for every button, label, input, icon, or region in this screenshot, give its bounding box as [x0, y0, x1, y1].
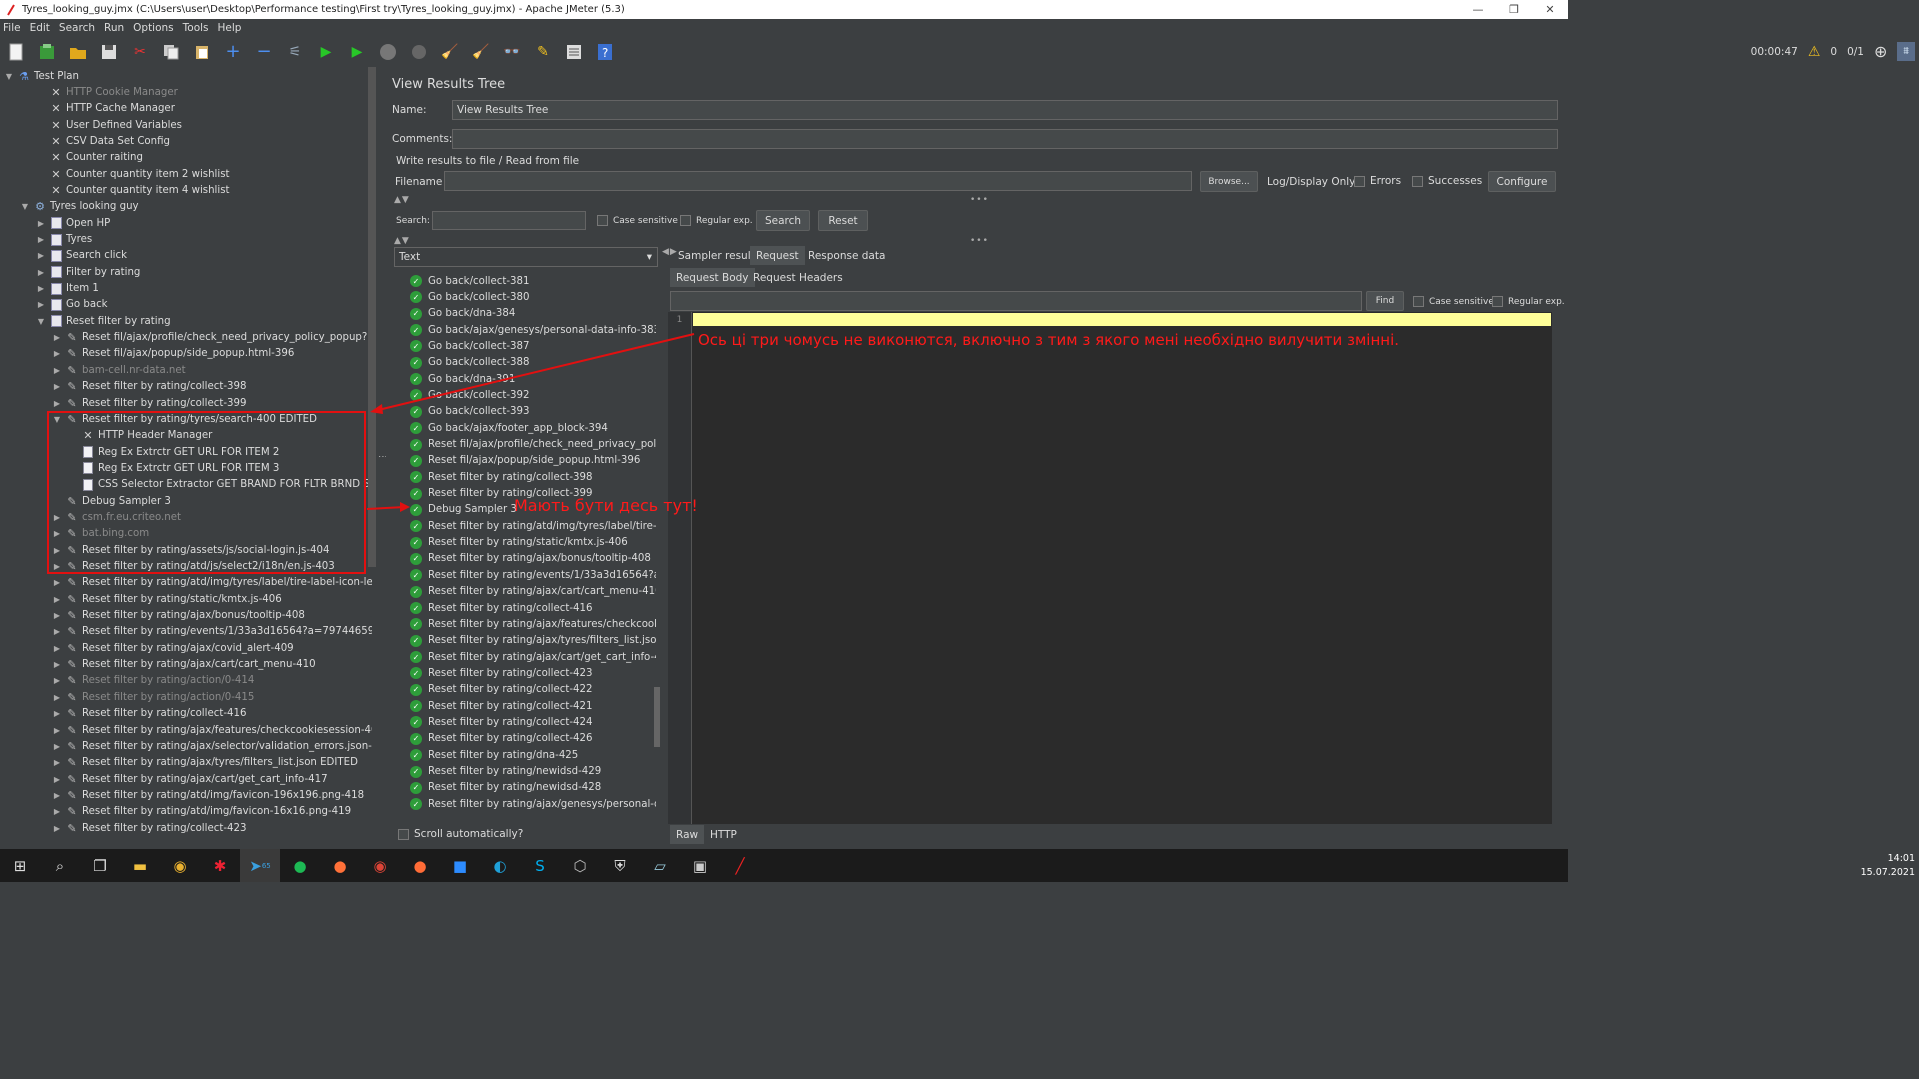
warning-count: 0	[1830, 45, 1838, 58]
taskbar-search-icon[interactable]: ⌕	[40, 849, 80, 882]
vpn-icon[interactable]: ⛨	[600, 849, 640, 882]
windows-taskbar: ⊞ ⌕ ❐ ▬ ◉ ✱ ➤ 65 ● ● ◉ ● ■ ◐ S ⬡ ⛨ ▱ ▣ ╱	[0, 849, 1568, 882]
skype-icon[interactable]: S	[520, 849, 560, 882]
remote-icon[interactable]: ⊕	[1874, 42, 1887, 61]
task-view-icon[interactable]: ❐	[80, 849, 120, 882]
taskbar-clock[interactable]: 14:01 15.07.2021	[1861, 852, 1915, 880]
elapsed-timer: 00:00:47	[1750, 45, 1798, 58]
clock-date: 15.07.2021	[1860, 867, 1915, 878]
telegram-icon[interactable]: ➤ 65	[240, 849, 280, 882]
postman-icon[interactable]: ●	[400, 849, 440, 882]
windows-start-icon[interactable]: ⊞	[0, 849, 40, 882]
toolbar-status: 00:00:47 ⚠ 0 0/1 ⊕ ⩩	[1751, 36, 1915, 67]
annotation-top-text: Ось ці три чомусь не виконются, включно …	[698, 331, 1400, 349]
annotation-middle-text: Мають бути десь тут!	[514, 496, 698, 515]
zoom-icon[interactable]: ■	[440, 849, 480, 882]
edge-icon[interactable]: ◐	[480, 849, 520, 882]
clock-time: 14:01	[1887, 853, 1915, 864]
chrome-profile-icon[interactable]: ◉	[360, 849, 400, 882]
virtualbox-icon[interactable]: ⬡	[560, 849, 600, 882]
terminal-icon[interactable]: ▣	[680, 849, 720, 882]
firefox-icon[interactable]: ●	[320, 849, 360, 882]
annotation-arrows	[366, 333, 695, 512]
slack-icon[interactable]: ✱	[200, 849, 240, 882]
notes-icon[interactable]: ▱	[640, 849, 680, 882]
jmeter-taskbar-icon[interactable]: ╱	[720, 849, 760, 882]
active-threads: 0/1	[1847, 45, 1864, 58]
chrome-icon[interactable]: ◉	[160, 849, 200, 882]
jmeter-logo-icon: ⩩	[1897, 42, 1915, 61]
telegram-badge: 65	[261, 861, 271, 870]
warning-icon[interactable]: ⚠	[1808, 44, 1821, 60]
file-explorer-icon[interactable]: ▬	[120, 849, 160, 882]
spotify-icon[interactable]: ●	[280, 849, 320, 882]
